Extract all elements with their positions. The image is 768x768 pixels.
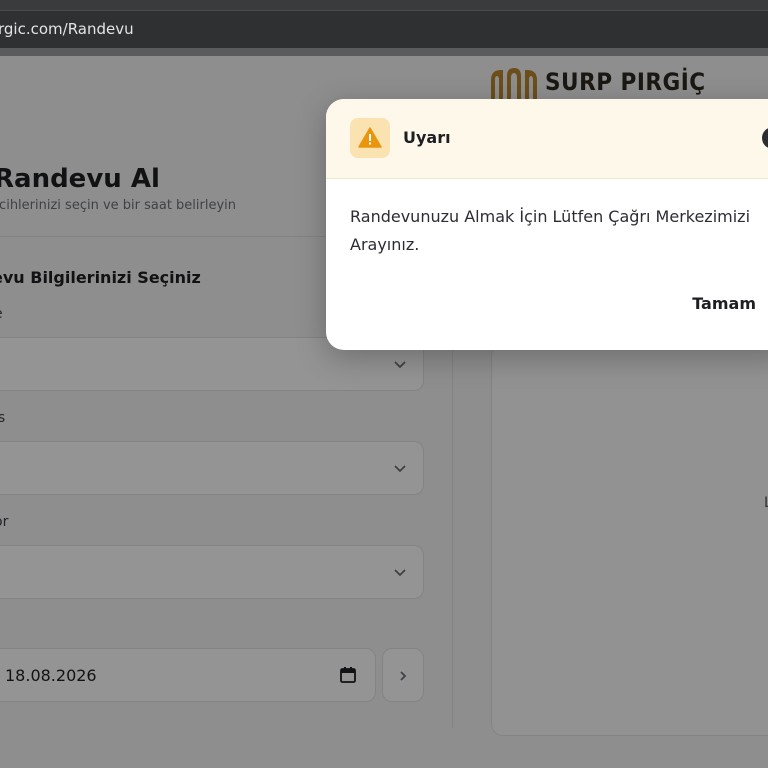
warning-dialog: Uyarı Randevunuzu Almak İçin Lütfen Çağr…	[326, 99, 768, 350]
warning-icon-badge	[350, 118, 390, 158]
browser-address-bar[interactable]: rgic.com/Randevu	[0, 10, 768, 49]
dialog-message: Randevunuzu Almak İçin Lütfen Çağrı Merk…	[350, 207, 751, 254]
ok-button[interactable]: Tamam	[686, 289, 756, 319]
dialog-title: Uyarı	[403, 128, 451, 147]
url-text[interactable]: rgic.com/Randevu	[0, 20, 134, 38]
browser-divider	[0, 48, 768, 56]
browser-tabstrip	[0, 0, 768, 10]
close-icon[interactable]	[762, 127, 768, 149]
warning-icon	[358, 127, 382, 148]
dialog-header: Uyarı	[326, 99, 768, 179]
